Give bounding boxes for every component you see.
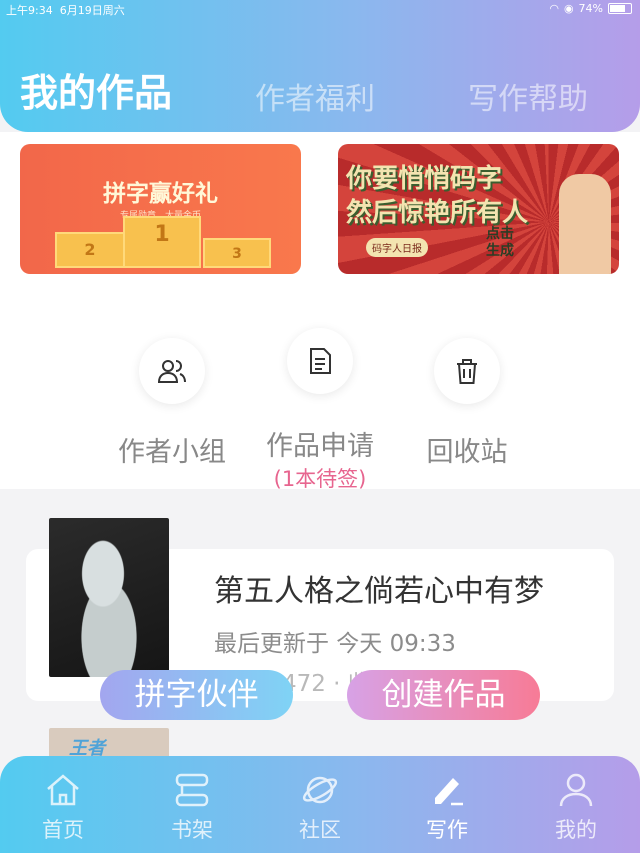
- create-work-button[interactable]: 创建作品: [347, 670, 540, 720]
- nav-label: 我的: [555, 818, 597, 842]
- shortcut-label: 作者小组: [118, 437, 226, 468]
- bookshelf-icon: [175, 773, 209, 807]
- status-right: ◠ ◉ 74%: [549, 2, 632, 15]
- nav-label: 书架: [171, 818, 213, 842]
- banner-word-challenge[interactable]: 拼字赢好礼 专属勋章、大量金币 2 1 3: [20, 144, 301, 274]
- fist-illustration: [559, 174, 611, 274]
- wifi-icon: ◠: [549, 2, 559, 15]
- status-time: 上午9:34 6月19日周六: [6, 2, 125, 18]
- bottom-nav: 首页 书架 社区 写作 我的: [0, 756, 640, 853]
- tab-my-works[interactable]: 我的作品: [20, 62, 172, 117]
- tab-writing-help[interactable]: 写作帮助: [468, 74, 588, 118]
- banner-line-1: 你要悄悄码字: [346, 164, 503, 194]
- shortcut-label: 回收站: [426, 437, 508, 468]
- tab-author-benefits[interactable]: 作者福利: [255, 74, 375, 118]
- nav-profile[interactable]: 我的: [536, 770, 616, 844]
- banner-cta: 点击 生成: [486, 226, 514, 260]
- nav-label: 社区: [299, 818, 341, 842]
- nav-community[interactable]: 社区: [280, 770, 360, 844]
- banner-cta-line-2: 生成: [486, 243, 514, 259]
- nav-label: 写作: [426, 818, 468, 842]
- battery-percent: 74%: [578, 2, 603, 15]
- podium-first: 1: [123, 216, 201, 268]
- nav-home[interactable]: 首页: [23, 770, 103, 844]
- shortcut-author-group[interactable]: 作者小组: [107, 338, 237, 469]
- banner-stamp: 码字人日报: [366, 238, 428, 257]
- profile-icon: [559, 773, 593, 807]
- banner-daily-report[interactable]: 你要悄悄码字 然后惊艳所有人 码字人日报 点击 生成: [338, 144, 619, 274]
- orientation-lock-icon: ◉: [563, 2, 574, 15]
- nav-write[interactable]: 写作: [407, 770, 487, 844]
- shortcut-recycle-bin[interactable]: 回收站: [402, 338, 532, 469]
- podium-second: 2: [55, 232, 125, 268]
- status-bar: 上午9:34 6月19日周六 ◠ ◉ 74%: [0, 0, 640, 18]
- podium-third: 3: [203, 238, 271, 268]
- header: 上午9:34 6月19日周六 ◠ ◉ 74% 我的作品 作者福利 写作帮助: [0, 0, 640, 132]
- pending-sign-count: (1本待签): [273, 467, 367, 491]
- banner-strip: 拼字赢好礼 专属勋章、大量金币 2 1 3 你要悄悄码字 然后惊艳所有人 码字人…: [0, 132, 640, 275]
- group-icon: [139, 338, 205, 404]
- work-cover-image[interactable]: [49, 518, 169, 677]
- banner-cta-line-1: 点击: [486, 226, 514, 242]
- partner-button[interactable]: 拼字伙伴: [100, 670, 293, 720]
- nav-bookshelf[interactable]: 书架: [152, 770, 232, 844]
- banner-title: 拼字赢好礼: [103, 181, 218, 207]
- nav-label: 首页: [42, 818, 84, 842]
- shortcut-work-application[interactable]: 作品申请 (1本待签): [255, 328, 385, 493]
- banner-line-2: 然后惊艳所有人: [346, 198, 529, 228]
- document-icon: [287, 328, 353, 394]
- pen-icon: [435, 778, 463, 806]
- home-icon: [47, 774, 79, 806]
- battery-icon: [608, 3, 632, 14]
- work-updated: 最后更新于 今天 09:33: [214, 631, 456, 657]
- time: 上午9:34: [6, 4, 53, 17]
- work-title: 第五人格之倘若心中有梦: [214, 574, 544, 609]
- date: 6月19日周六: [59, 4, 125, 17]
- shortcut-label: 作品申请: [266, 431, 374, 462]
- trash-icon: [434, 338, 500, 404]
- planet-icon: [302, 776, 338, 804]
- shortcut-section: 作者小组 作品申请 (1本待签) 回收站: [0, 275, 640, 491]
